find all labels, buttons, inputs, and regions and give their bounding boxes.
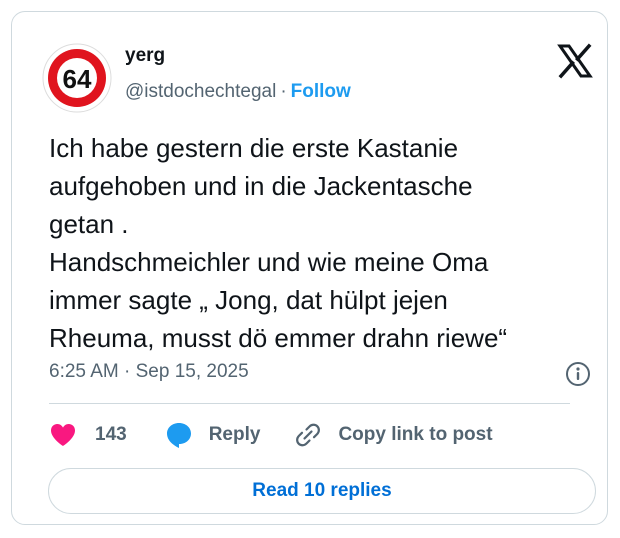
tweet-time: 6:25 AM [49, 361, 119, 382]
reply-label: Reply [208, 424, 261, 445]
tweet-card: 64 yerg @istdochechtegal · Follow Ich habe… [11, 11, 608, 525]
read-replies-button[interactable]: Read 10 replies [48, 468, 596, 514]
heart-icon [51, 424, 75, 446]
tweet-text: Ich habe gestern die erste Kastanie aufg… [49, 133, 508, 353]
link-icon [296, 423, 321, 447]
follow-button[interactable]: Follow [291, 81, 351, 102]
tweet-date: Sep 15, 2025 [135, 361, 249, 382]
author-name[interactable]: yerg [125, 45, 165, 67]
reply-button[interactable]: Reply [165, 421, 261, 449]
like-button[interactable]: 143 [49, 422, 127, 448]
like-count: 143 [95, 424, 127, 445]
avatar[interactable]: 64 [42, 43, 112, 113]
author-handle[interactable]: @istdochechtegal [125, 81, 276, 102]
separator-dot: · [280, 81, 287, 102]
action-bar: 143 Reply Copy link to post [49, 420, 493, 450]
copy-link-button[interactable]: Copy link to post [294, 421, 493, 449]
avatar-text: 64 [63, 64, 92, 94]
info-icon[interactable] [565, 361, 591, 387]
speech-bubble-icon [166, 423, 191, 448]
author-handle-row: @istdochechtegal · Follow [125, 81, 351, 103]
tweet-timestamp[interactable]: 6:25 AM · Sep 15, 2025 [49, 361, 249, 383]
divider [49, 403, 570, 404]
x-logo-icon[interactable] [555, 41, 595, 81]
copy-link-label: Copy link to post [338, 424, 493, 445]
